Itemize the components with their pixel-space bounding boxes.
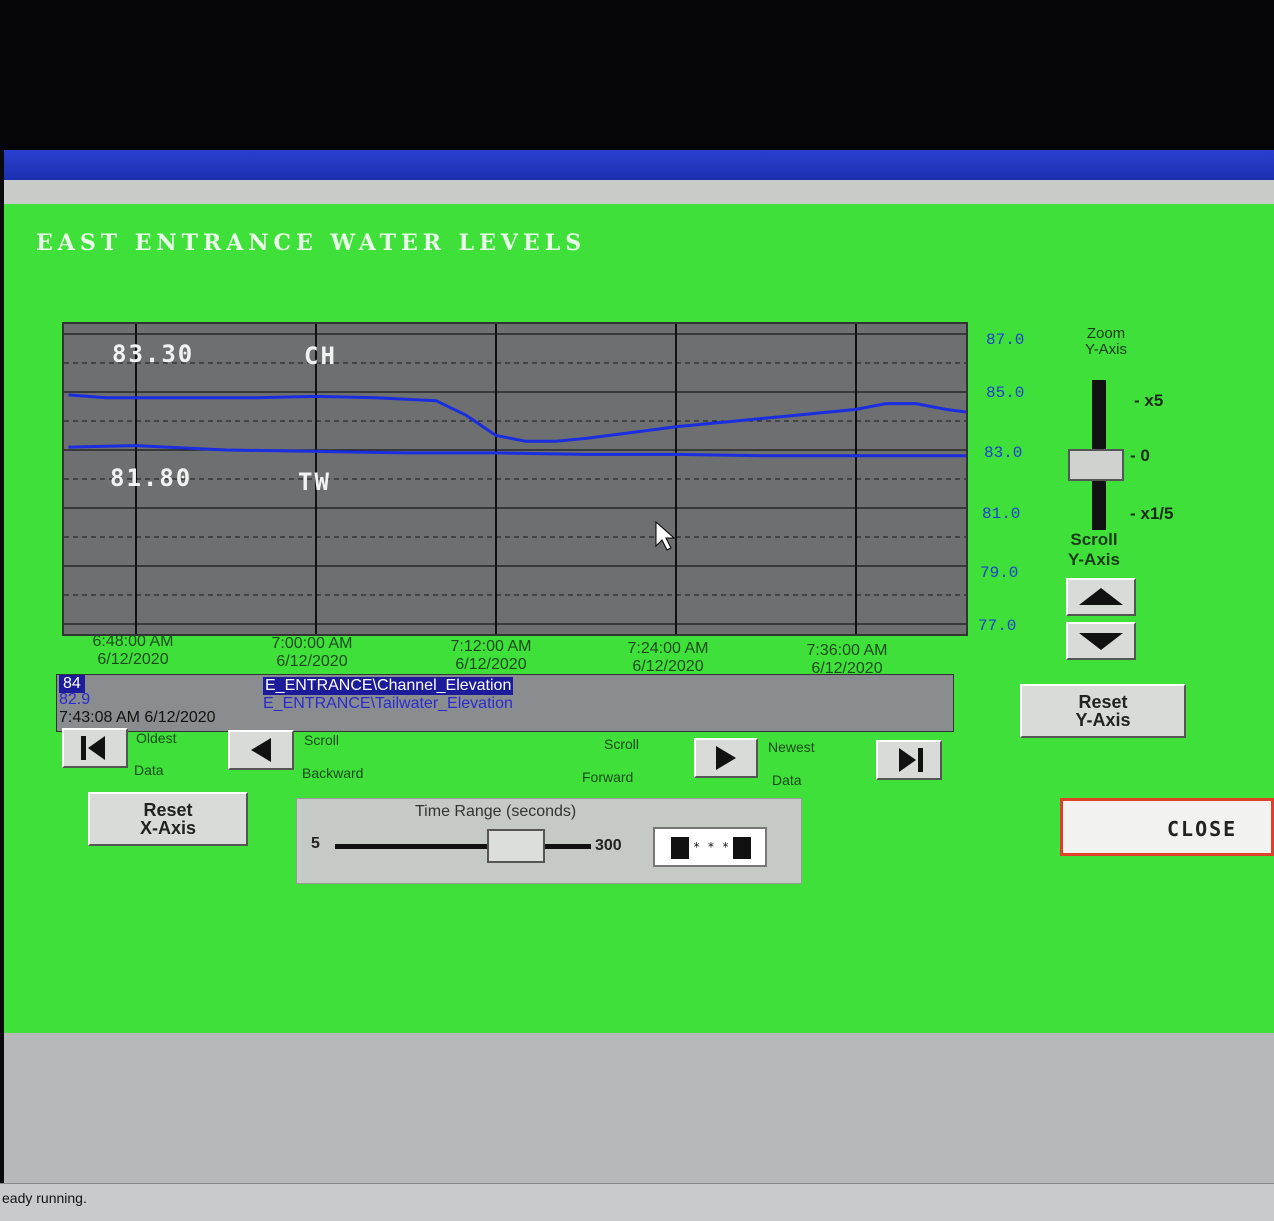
reset-x-axis-button[interactable]: Reset X-Axis — [88, 792, 248, 846]
scroll-forward-label: Forward — [582, 769, 634, 785]
x-tick-label: 7:36:00 AM 6/12/2020 — [806, 642, 888, 677]
triangle-up-icon — [1079, 588, 1123, 605]
scroll-y-down-button[interactable] — [1066, 622, 1136, 660]
channel-readout-tag: CH — [304, 342, 337, 370]
x-tick-label: 7:00:00 AM 6/12/2020 — [271, 635, 353, 670]
reset-y-axis-button[interactable]: Reset Y-Axis — [1020, 684, 1186, 738]
zoom-y-slider-thumb[interactable] — [1068, 449, 1124, 481]
y-tick-label: 79.0 — [980, 564, 1019, 582]
zoom-mark-x1-5: - x1/5 — [1130, 504, 1174, 523]
scroll-backward-button[interactable] — [228, 730, 294, 770]
arrow-right-icon — [716, 746, 736, 770]
zoom-mark-0: - 0 — [1130, 446, 1150, 465]
series-line-channel — [68, 393, 966, 443]
zoom-mark-x5: - x5 — [1134, 391, 1164, 410]
x-tick-label: 6:48:00 AM 6/12/2020 — [92, 633, 174, 668]
scroll-forward-button[interactable] — [694, 738, 758, 778]
monitor-bezel-top — [0, 0, 1274, 150]
scroll-y-title: Scroll Y-Axis — [1068, 530, 1120, 569]
status-text: eady running. — [2, 1190, 87, 1206]
y-tick-label: 85.0 — [986, 384, 1025, 402]
time-range-max: 300 — [595, 837, 622, 854]
skip-to-end-icon — [899, 748, 923, 772]
status-bar: eady running. — [0, 1183, 1274, 1221]
time-range-panel: Time Range (seconds) 5 300 * * * — [296, 798, 802, 884]
y-tick-label: 83.0 — [984, 444, 1023, 462]
time-range-value: * * * — [671, 837, 751, 859]
trend-legend: 84 82.9 7:43:08 AM 6/12/2020 E_ENTRANCE\… — [56, 674, 954, 732]
trend-chart-svg — [64, 324, 966, 634]
x-tick-label: 7:24:00 AM 6/12/2020 — [627, 640, 709, 675]
newest-label: Data — [772, 772, 802, 788]
time-range-title: Time Range (seconds) — [415, 803, 577, 820]
scroll-y-up-button[interactable] — [1066, 578, 1136, 616]
series-line-tailwater — [68, 444, 966, 458]
channel-readout-value: 83.30 — [112, 340, 195, 368]
mouse-cursor-icon — [655, 520, 676, 551]
x-tick-label: 7:12:00 AM 6/12/2020 — [450, 638, 532, 673]
time-range-track[interactable] — [335, 844, 591, 849]
window-title-bar — [4, 150, 1274, 180]
window-frame — [4, 180, 1274, 204]
close-button[interactable]: CLOSE — [1060, 798, 1274, 856]
legend-tailwater-name[interactable]: E_ENTRANCE\Tailwater_Elevation — [263, 695, 513, 713]
trend-chart: 83.30 CH 81.80 TW — [62, 322, 968, 636]
tailwater-readout-tag: TW — [298, 468, 331, 496]
scroll-forward-label: Scroll — [604, 736, 640, 752]
time-range-min: 5 — [311, 835, 320, 852]
time-range-slider-thumb[interactable] — [487, 829, 545, 863]
zoom-y-title: Zoom Y-Axis — [1085, 325, 1127, 358]
triangle-down-icon — [1079, 633, 1123, 650]
newest-label: Newest — [768, 739, 815, 755]
bottom-area — [4, 1033, 1274, 1193]
oldest-label: Oldest — [136, 730, 177, 746]
time-range-input[interactable]: * * * — [653, 827, 767, 867]
y-tick-label: 87.0 — [986, 331, 1025, 349]
scroll-backward-label: Backward — [302, 765, 364, 781]
y-tick-label: 77.0 — [978, 617, 1017, 635]
oldest-data-button[interactable] — [62, 728, 128, 768]
y-tick-label: 81.0 — [982, 505, 1021, 523]
skip-to-start-icon — [81, 736, 105, 760]
arrow-left-icon — [251, 738, 271, 762]
oldest-label: Data — [134, 762, 164, 778]
newest-data-button[interactable] — [876, 740, 942, 780]
screen-title: EAST ENTRANCE WATER LEVELS — [36, 230, 587, 256]
tailwater-current-value: 82.9 — [59, 691, 91, 708]
legend-channel-name[interactable]: E_ENTRANCE\Channel_Elevation — [263, 677, 514, 695]
tailwater-readout-value: 81.80 — [110, 464, 193, 492]
scroll-backward-label: Scroll — [304, 732, 340, 748]
cursor-timestamp: 7:43:08 AM 6/12/2020 — [59, 709, 216, 726]
